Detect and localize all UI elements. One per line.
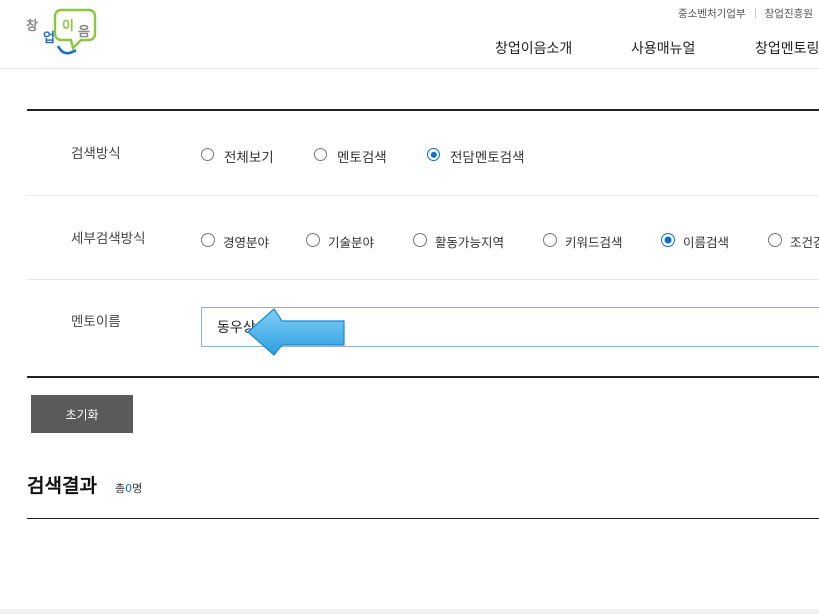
radio-circle-selected[interactable] <box>661 233 675 247</box>
pointer-arrow-icon <box>247 308 345 356</box>
results-divider <box>27 518 819 519</box>
search-form: 검색방식 전체보기 멘토검색 전담멘토검색 세부검색방식 경영분야 기술분야 활… <box>27 109 819 378</box>
radio-circle[interactable] <box>201 148 214 161</box>
mentor-name-label: 멘토이름 <box>71 314 121 330</box>
detail-method-row: 세부검색방식 경영분야 기술분야 활동가능지역 키워드검색 이름검색 조건검 <box>27 196 819 280</box>
results-title: 검색결과 <box>27 475 97 497</box>
nav-item-manual[interactable]: 사용매뉴얼 <box>631 38 695 58</box>
divider <box>754 8 756 18</box>
radio-circle[interactable] <box>413 233 427 247</box>
page: 창 업 이 음 중소벤처기업부 창업진흥원 창업이음소개 사용매뉴얼 창업멘토링 … <box>0 0 819 614</box>
radio-circle[interactable] <box>201 233 215 247</box>
search-method-row: 검색방식 전체보기 멘토검색 전담멘토검색 <box>27 111 819 196</box>
svg-text:창: 창 <box>26 18 38 34</box>
bottom-strip <box>0 609 819 614</box>
radio-circle[interactable] <box>543 233 557 247</box>
util-link-kised[interactable]: 창업진흥원 <box>765 8 813 20</box>
detail-method-label: 세부검색방식 <box>71 231 146 247</box>
main-nav: 창업이음소개 사용매뉴얼 창업멘토링 <box>0 38 819 58</box>
utility-links: 중소벤처기업부 창업진흥원 <box>678 6 813 21</box>
radio-circle[interactable] <box>314 148 327 161</box>
mentor-name-row: 멘토이름 <box>27 280 819 378</box>
search-method-label: 검색방식 <box>71 146 121 162</box>
radio-circle-selected[interactable] <box>427 148 440 161</box>
nav-item-mentoring[interactable]: 창업멘토링 <box>755 38 819 58</box>
nav-item-about[interactable]: 창업이음소개 <box>495 38 572 58</box>
reset-button[interactable]: 초기화 <box>31 395 133 433</box>
site-header: 창 업 이 음 중소벤처기업부 창업진흥원 창업이음소개 사용매뉴얼 창업멘토링 <box>0 0 819 69</box>
util-link-mss[interactable]: 중소벤처기업부 <box>678 8 746 20</box>
radio-circle[interactable] <box>306 233 320 247</box>
radio-circle[interactable] <box>768 233 782 247</box>
results-count: 총0명 <box>115 482 143 495</box>
svg-text:이: 이 <box>62 18 74 34</box>
